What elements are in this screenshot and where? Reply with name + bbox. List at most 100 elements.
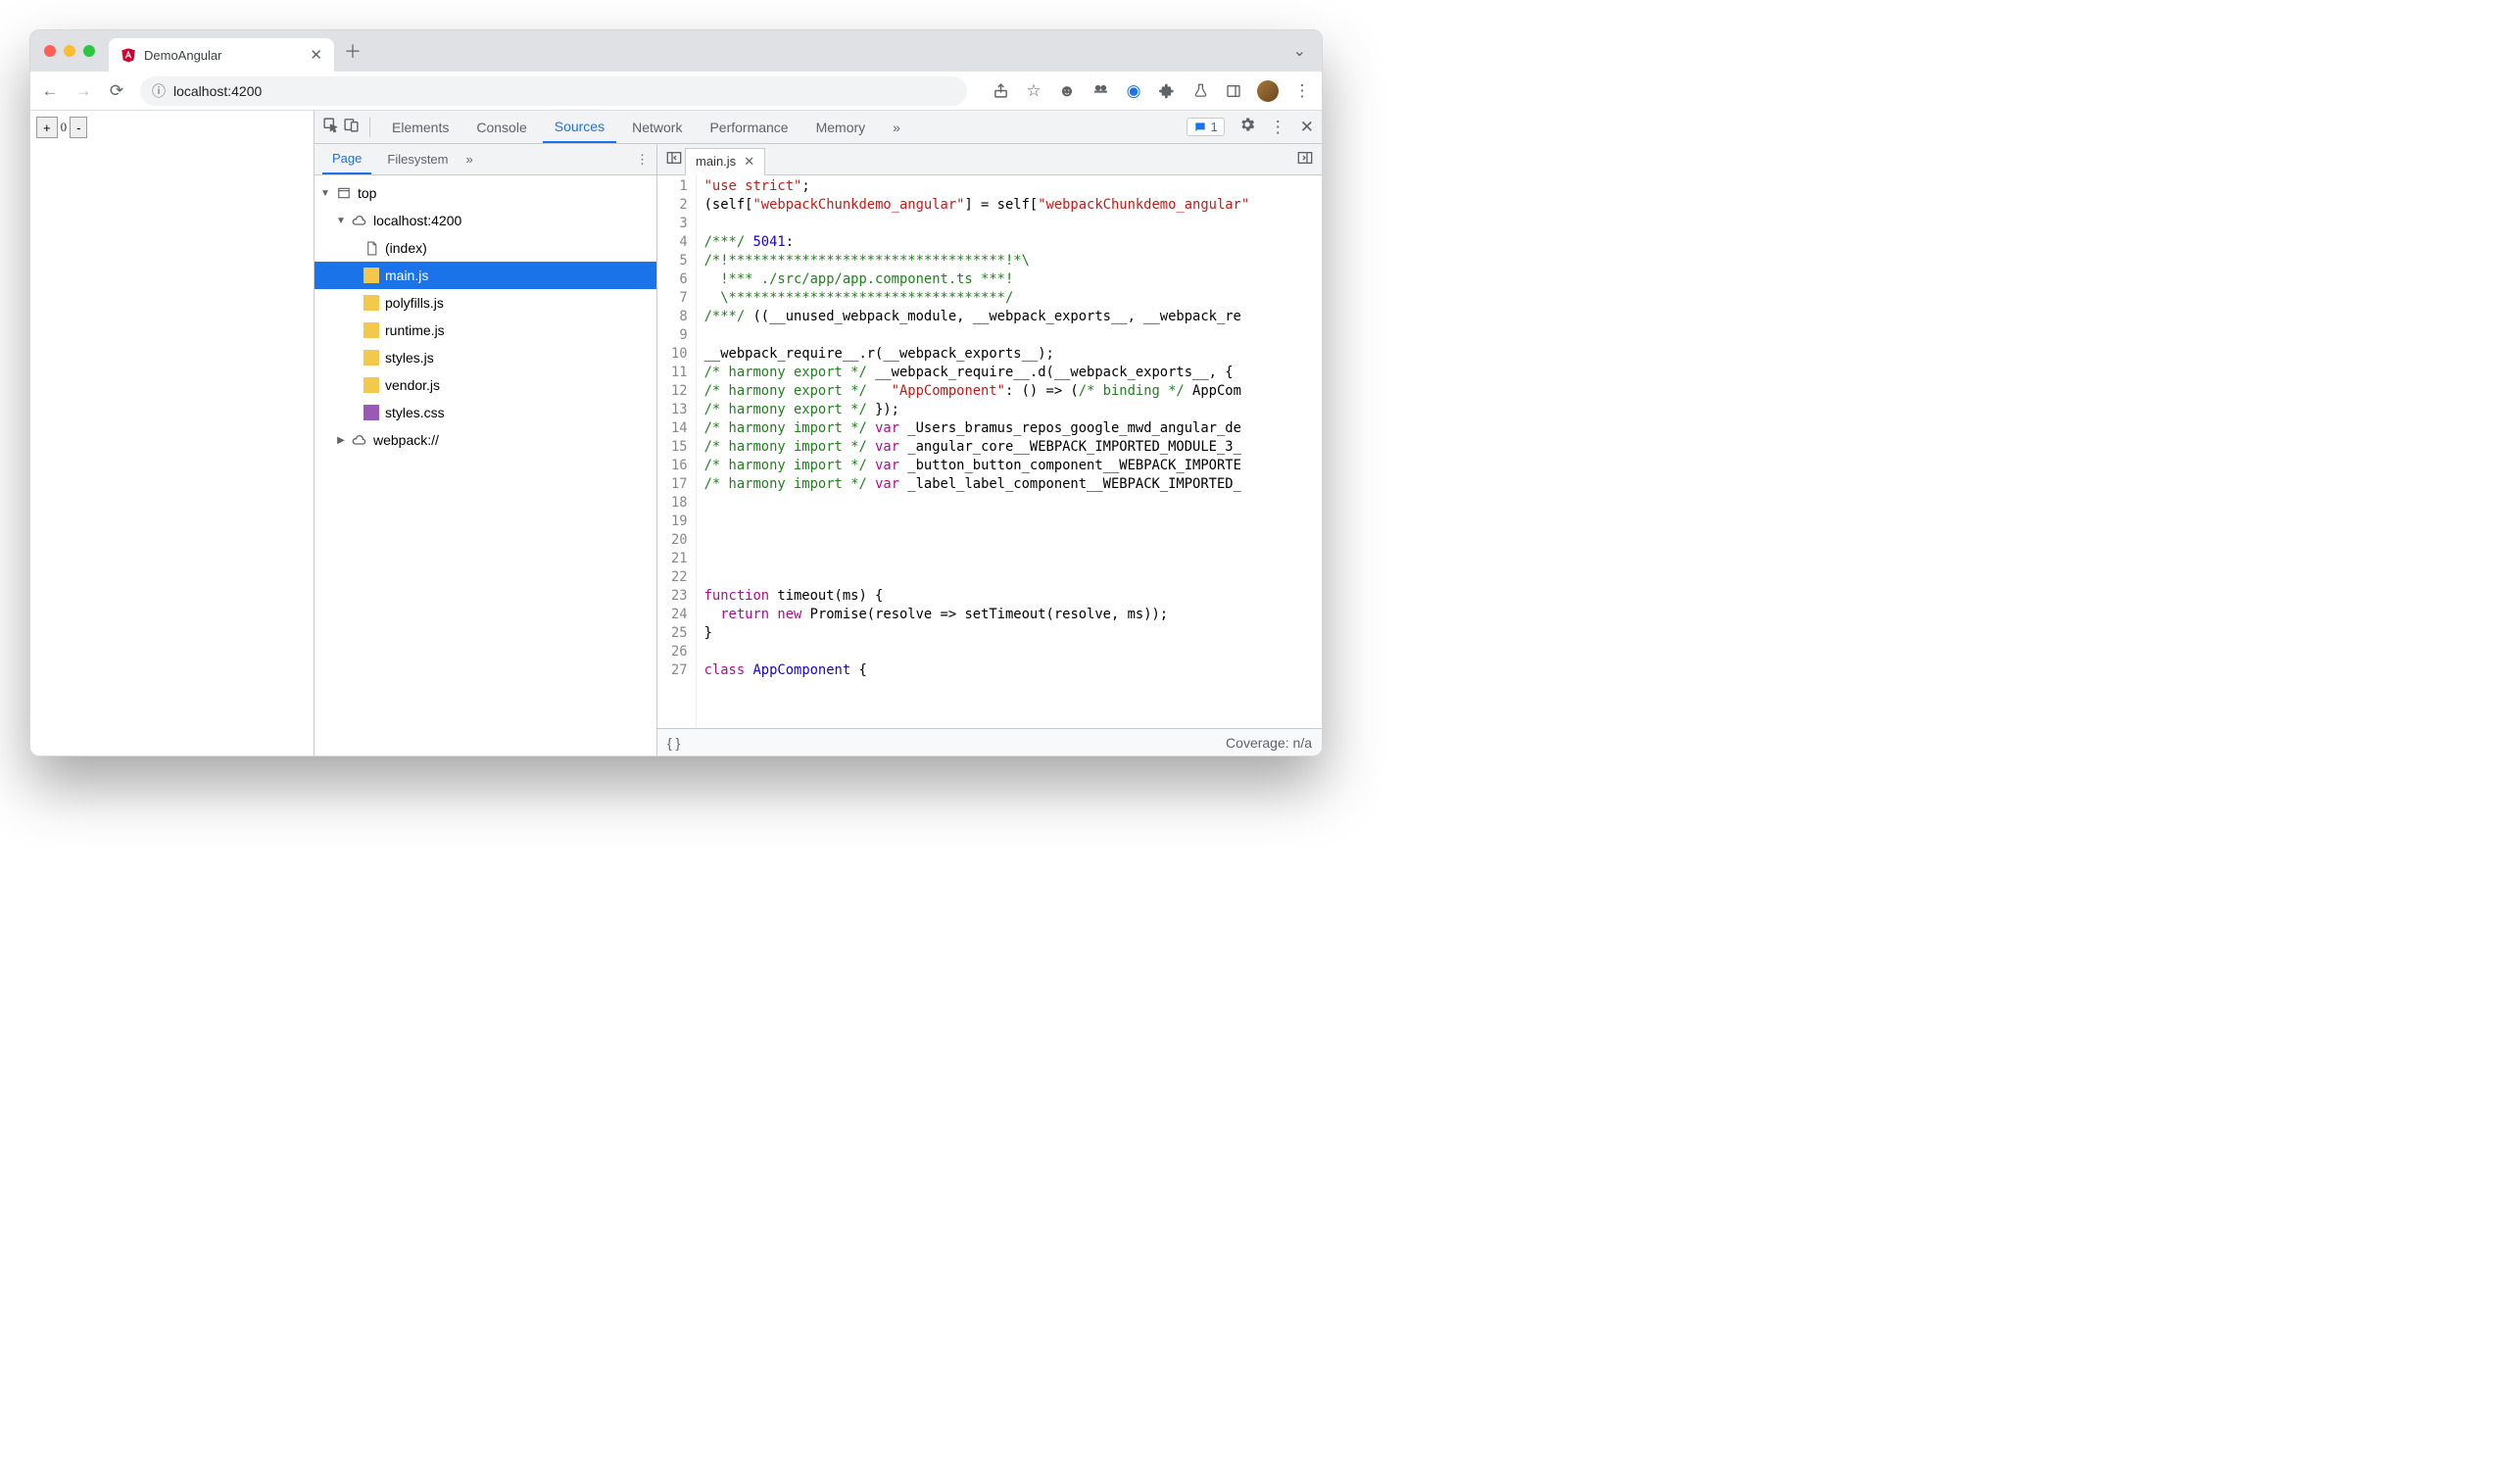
tree-node-top[interactable]: ▼ top bbox=[315, 179, 656, 207]
editor-statusbar: { } Coverage: n/a bbox=[657, 728, 1322, 756]
tree-file-label: styles.css bbox=[385, 405, 445, 420]
page-viewport: + 0 - bbox=[30, 111, 315, 756]
tree-file-label: polyfills.js bbox=[385, 295, 444, 311]
navigator-overflow-button[interactable]: » bbox=[466, 152, 473, 167]
minimize-window-button[interactable] bbox=[64, 45, 75, 57]
sources-panel: PageFilesystem » ⋮ ▼ top ▼ bbox=[315, 144, 1322, 756]
panel-tab-elements[interactable]: Elements bbox=[380, 111, 460, 143]
frame-icon bbox=[336, 185, 352, 201]
close-file-icon[interactable]: ✕ bbox=[744, 154, 754, 170]
tree-file[interactable]: runtime.js bbox=[315, 317, 656, 344]
reload-button[interactable]: ⟳ bbox=[107, 81, 126, 101]
extension-icon-1[interactable]: ☻ bbox=[1057, 81, 1077, 101]
site-info-icon[interactable]: ⓘ bbox=[152, 81, 166, 101]
toolbar-actions: ☆ ☻ ◉ ⋮ bbox=[991, 80, 1312, 102]
tree-label: top bbox=[358, 185, 376, 201]
js-file-icon bbox=[363, 322, 379, 338]
extension-icon-3[interactable]: ◉ bbox=[1124, 81, 1143, 101]
panel-tab-network[interactable]: Network bbox=[620, 111, 694, 143]
browser-menu-icon[interactable]: ⋮ bbox=[1292, 81, 1312, 101]
bookmark-icon[interactable]: ☆ bbox=[1024, 81, 1043, 101]
tree-node-origin[interactable]: ▼ localhost:4200 bbox=[315, 207, 656, 234]
tree-file[interactable]: vendor.js bbox=[315, 371, 656, 399]
tree-file-label: main.js bbox=[385, 268, 428, 283]
address-bar[interactable]: ⓘ localhost:4200 bbox=[140, 76, 967, 106]
tree-file-label: vendor.js bbox=[385, 377, 440, 393]
angular-favicon bbox=[121, 47, 136, 63]
issues-badge[interactable]: 1 bbox=[1187, 118, 1225, 136]
devtools-close-icon[interactable]: ✕ bbox=[1300, 118, 1314, 137]
line-gutter: 1234567891011121314151617181920212223242… bbox=[657, 175, 697, 728]
navigator-tab-page[interactable]: Page bbox=[322, 144, 371, 174]
settings-icon[interactable] bbox=[1238, 116, 1256, 138]
tabs-dropdown-button[interactable]: ⌄ bbox=[1293, 41, 1312, 61]
navigator-more-icon[interactable]: ⋮ bbox=[636, 152, 649, 168]
forward-button: → bbox=[73, 81, 93, 101]
tree-node-webpack[interactable]: ▶ webpack:// bbox=[315, 426, 656, 454]
navigator-tabs: PageFilesystem » ⋮ bbox=[315, 144, 656, 175]
js-file-icon bbox=[363, 377, 379, 393]
devtools: ElementsConsoleSourcesNetworkPerformance… bbox=[315, 111, 1322, 756]
counter-widget: + 0 - bbox=[36, 117, 308, 138]
code-editor[interactable]: 1234567891011121314151617181920212223242… bbox=[657, 175, 1322, 728]
tree-file[interactable]: polyfills.js bbox=[315, 289, 656, 317]
tree-label: localhost:4200 bbox=[373, 213, 461, 228]
panel-tab-sources[interactable]: Sources bbox=[543, 111, 616, 143]
issues-count: 1 bbox=[1211, 120, 1218, 134]
code-content: "use strict";(self["webpackChunkdemo_ang… bbox=[697, 175, 1258, 728]
tree-file[interactable]: main.js bbox=[315, 262, 656, 289]
counter-value: 0 bbox=[58, 120, 71, 135]
devtools-menu-icon[interactable]: ⋮ bbox=[1270, 118, 1286, 137]
browser-window: DemoAngular ✕ ＋ ⌄ ← → ⟳ ⓘ localhost:4200… bbox=[29, 29, 1323, 757]
editor-file-tab[interactable]: main.js ✕ bbox=[685, 148, 765, 175]
toggle-debugger-icon[interactable] bbox=[1294, 151, 1316, 168]
editor-tabbar: main.js ✕ bbox=[657, 144, 1322, 175]
css-file-icon bbox=[363, 405, 379, 420]
window-controls bbox=[44, 45, 95, 57]
tab-title: DemoAngular bbox=[144, 48, 222, 63]
file-tab-label: main.js bbox=[696, 154, 736, 169]
js-file-icon bbox=[363, 350, 379, 366]
tree-file[interactable]: (index) bbox=[315, 234, 656, 262]
toggle-navigator-icon[interactable] bbox=[663, 151, 685, 168]
devtools-tabbar: ElementsConsoleSourcesNetworkPerformance… bbox=[315, 111, 1322, 144]
panel-tab-console[interactable]: Console bbox=[464, 111, 538, 143]
cloud-icon bbox=[352, 432, 367, 448]
address-text: localhost:4200 bbox=[173, 83, 262, 99]
browser-toolbar: ← → ⟳ ⓘ localhost:4200 ☆ ☻ ◉ bbox=[30, 72, 1322, 111]
tree-file-label: styles.js bbox=[385, 350, 434, 366]
extension-icon-2[interactable] bbox=[1090, 82, 1110, 99]
tab-strip: DemoAngular ✕ ＋ ⌄ bbox=[30, 30, 1322, 72]
inspect-icon[interactable] bbox=[322, 117, 339, 138]
navigator-pane: PageFilesystem » ⋮ ▼ top ▼ bbox=[315, 144, 657, 756]
tree-file[interactable]: styles.js bbox=[315, 344, 656, 371]
cloud-icon bbox=[352, 213, 367, 228]
share-icon[interactable] bbox=[991, 82, 1010, 99]
profile-avatar[interactable] bbox=[1257, 80, 1279, 102]
close-tab-button[interactable]: ✕ bbox=[310, 46, 322, 64]
pretty-print-icon[interactable]: { } bbox=[667, 735, 680, 751]
side-panel-icon[interactable] bbox=[1224, 83, 1243, 99]
js-file-icon bbox=[363, 268, 379, 283]
maximize-window-button[interactable] bbox=[83, 45, 95, 57]
new-tab-button[interactable]: ＋ bbox=[344, 38, 362, 64]
back-button[interactable]: ← bbox=[40, 81, 60, 101]
panel-tab-memory[interactable]: Memory bbox=[804, 111, 878, 143]
navigator-tab-filesystem[interactable]: Filesystem bbox=[377, 144, 458, 174]
extensions-icon[interactable] bbox=[1157, 83, 1177, 99]
content-area: + 0 - ElementsConsoleSourcesNetworkPerfo… bbox=[30, 111, 1322, 756]
document-icon bbox=[363, 240, 379, 256]
panel-tab-performance[interactable]: Performance bbox=[698, 111, 800, 143]
close-window-button[interactable] bbox=[44, 45, 56, 57]
labs-icon[interactable] bbox=[1190, 83, 1210, 98]
panel-overflow-button[interactable]: » bbox=[881, 111, 912, 143]
increment-button[interactable]: + bbox=[36, 117, 58, 138]
file-tree: ▼ top ▼ localhost:4200 bbox=[315, 175, 656, 756]
coverage-label: Coverage: n/a bbox=[1226, 735, 1312, 751]
decrement-button[interactable]: - bbox=[70, 117, 87, 138]
browser-tab[interactable]: DemoAngular ✕ bbox=[109, 38, 334, 72]
tree-file[interactable]: styles.css bbox=[315, 399, 656, 426]
device-toggle-icon[interactable] bbox=[343, 117, 360, 138]
editor-pane: main.js ✕ 123456789101112131415161718192… bbox=[657, 144, 1322, 756]
tree-file-label: runtime.js bbox=[385, 322, 445, 338]
